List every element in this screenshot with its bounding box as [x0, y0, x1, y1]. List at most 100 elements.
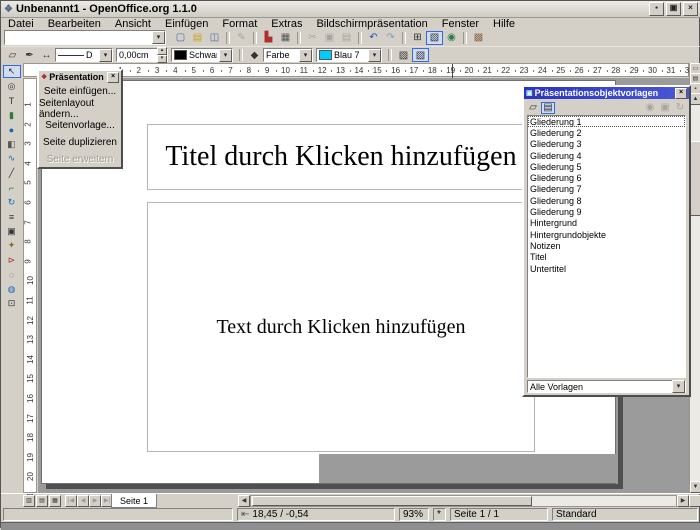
status-zoom-field[interactable]: 93%	[399, 508, 429, 521]
curve-tool-icon[interactable]: ∿	[3, 152, 21, 165]
fill-color-select[interactable]: Blau 7▾	[316, 48, 382, 62]
objects3d-tool-icon[interactable]: ◧	[3, 138, 21, 151]
style-item-gliederung-8[interactable]: Gliederung 8	[528, 195, 685, 206]
new-document-icon[interactable]: ▢	[172, 31, 189, 45]
horizontal-scroll-thumb[interactable]	[252, 496, 532, 506]
first-page-icon[interactable]: |◀	[65, 495, 77, 507]
navigator-icon[interactable]: ⊞	[409, 31, 426, 45]
animation-tool-icon[interactable]: ◌	[3, 268, 21, 281]
line-style-select-dropdown-icon[interactable]: ▾	[99, 49, 112, 62]
hscroll-left-icon[interactable]: ◀	[238, 495, 250, 507]
url-input[interactable]	[5, 31, 152, 44]
select-tool-icon[interactable]: ↖	[3, 65, 21, 78]
copy-icon[interactable]: ▣	[321, 31, 338, 45]
hscroll-right-icon[interactable]: ▶	[677, 495, 689, 507]
shadow-icon[interactable]: ▨	[395, 48, 412, 62]
fill-format-mode-icon[interactable]: ◉	[643, 102, 657, 114]
redo-icon[interactable]: ↷	[382, 31, 399, 45]
url-combobox[interactable]: ▾	[4, 30, 166, 45]
stylist-filter-dropdown-icon[interactable]: ▾	[672, 380, 685, 393]
line-width-spinner-up-icon[interactable]: ▴	[157, 47, 167, 55]
scroll-up-icon[interactable]: ▲	[690, 93, 700, 105]
palette-item-seitenlayout-ndern[interactable]: Seitenlayout ändern...	[39, 100, 121, 117]
line-tool-icon[interactable]: ╱	[3, 167, 21, 180]
style-item-gliederung-2[interactable]: Gliederung 2	[528, 127, 685, 138]
scroll-down-icon[interactable]: ▼	[690, 481, 700, 493]
line-icon[interactable]: ✒	[21, 48, 38, 62]
url-dropdown-icon[interactable]: ▾	[152, 31, 165, 44]
style-item-gliederung-5[interactable]: Gliederung 5	[528, 161, 685, 172]
form-tool-icon[interactable]: ◍	[3, 283, 21, 296]
prev-page-icon[interactable]: ◀	[77, 495, 89, 507]
style-item-hintergrundobjekte[interactable]: Hintergrundobjekte	[528, 229, 685, 240]
presentation-tool-icon[interactable]: ⊡	[3, 297, 21, 310]
line-style-select[interactable]: D▾	[55, 48, 113, 62]
zoom-tool-icon[interactable]: ◎	[3, 80, 21, 93]
stylist-close-icon[interactable]: ×	[675, 88, 687, 99]
style-item-gliederung-3[interactable]: Gliederung 3	[528, 139, 685, 150]
open-icon[interactable]: ▤	[189, 31, 206, 45]
palette-item-seitenvorlage[interactable]: Seitenvorlage...	[39, 117, 121, 134]
gallery-icon[interactable]: ▩	[470, 31, 487, 45]
rectangle-tool-icon[interactable]: ▮	[3, 109, 21, 122]
horizontal-scrollbar[interactable]	[250, 495, 677, 507]
minimize-button[interactable]: ▪	[649, 2, 664, 16]
edit-file-icon[interactable]: ✎	[233, 31, 250, 45]
close-button[interactable]: ×	[683, 2, 698, 16]
style-item-gliederung-1[interactable]: Gliederung 1	[528, 116, 685, 127]
slide-view-icon[interactable]: ▦	[49, 495, 61, 507]
arrow-ends-icon[interactable]: ↔	[38, 48, 55, 62]
line-color-select-dropdown-icon[interactable]: ▾	[219, 49, 232, 62]
line-width-spinner-down-icon[interactable]: ▾	[157, 55, 167, 63]
paste-icon[interactable]: ▤	[338, 31, 355, 45]
hyperlink-icon[interactable]: ◉	[443, 31, 460, 45]
export-pdf-icon[interactable]: ▙	[260, 31, 277, 45]
ellipse-tool-icon[interactable]: ●	[3, 123, 21, 136]
cut-icon[interactable]: ✂	[304, 31, 321, 45]
line-color-select[interactable]: Schwarz▾	[171, 48, 233, 62]
graphics-styles-icon[interactable]: ▱	[526, 102, 540, 114]
text-tool-icon[interactable]: T	[3, 94, 21, 107]
presentation-palette-titlebar[interactable]: ❖ Präsentation ×	[39, 71, 121, 83]
palette-close-icon[interactable]: ×	[107, 72, 119, 83]
fill-type-select[interactable]: Farbe▾	[263, 48, 313, 62]
vertical-scroll-thumb[interactable]	[690, 141, 700, 216]
body-placeholder[interactable]: Text durch Klicken hinzufügen	[147, 202, 535, 452]
style-item-hintergrund[interactable]: Hintergrund	[528, 218, 685, 229]
style-item-gliederung-9[interactable]: Gliederung 9	[528, 206, 685, 217]
outline-view-icon[interactable]: ▤	[36, 495, 48, 507]
print-icon[interactable]: ▦	[277, 31, 294, 45]
page-tab[interactable]: Seite 1	[111, 494, 157, 508]
fill-type-select-dropdown-icon[interactable]: ▾	[299, 49, 312, 62]
effects-tool-icon[interactable]: ✦	[3, 239, 21, 252]
palette-item-seite-duplizieren[interactable]: Seite duplizieren	[39, 134, 121, 151]
save-icon[interactable]: ◫	[206, 31, 223, 45]
interaction-tool-icon[interactable]: ⊳	[3, 254, 21, 267]
next-page-icon[interactable]: ▶	[89, 495, 101, 507]
rotate-tool-icon[interactable]: ↻	[3, 196, 21, 209]
style-item-gliederung-7[interactable]: Gliederung 7	[528, 184, 685, 195]
connector-tool-icon[interactable]: ⌐	[3, 181, 21, 194]
presentation-styles-toggle-icon[interactable]: ▧	[412, 48, 429, 62]
arrange-tool-icon[interactable]: ▣	[3, 225, 21, 238]
style-item-titel[interactable]: Titel	[528, 252, 685, 263]
fill-color-select-dropdown-icon[interactable]: ▾	[368, 49, 381, 62]
line-width-spinner[interactable]: 0,00cm▴▾	[116, 48, 168, 62]
style-item-gliederung-6[interactable]: Gliederung 6	[528, 172, 685, 183]
stylist-filter-select[interactable]: Alle Vorlagen ▾	[527, 380, 686, 393]
presentation-styles-icon[interactable]: ▤	[541, 102, 555, 114]
vertical-ruler[interactable]: 123456789101112131415161718192021	[23, 78, 37, 493]
stylist-icon[interactable]: ▧	[426, 31, 443, 45]
style-item-notizen[interactable]: Notizen	[528, 240, 685, 251]
align-tool-icon[interactable]: ≡	[3, 210, 21, 223]
undo-icon[interactable]: ↶	[365, 31, 382, 45]
drawing-view-icon[interactable]: ▥	[23, 495, 35, 507]
edit-points-icon[interactable]: ▱	[4, 48, 21, 62]
new-style-icon[interactable]: ▣	[658, 102, 672, 114]
update-style-icon[interactable]: ↻	[673, 102, 687, 114]
style-item-gliederung-4[interactable]: Gliederung 4	[528, 150, 685, 161]
area-fill-icon[interactable]: ◆	[246, 48, 263, 62]
restore-button[interactable]: ▣	[666, 2, 681, 16]
style-item-untertitel[interactable]: Untertitel	[528, 263, 685, 274]
title-placeholder[interactable]: Titel durch Klicken hinzufügen	[147, 124, 535, 190]
